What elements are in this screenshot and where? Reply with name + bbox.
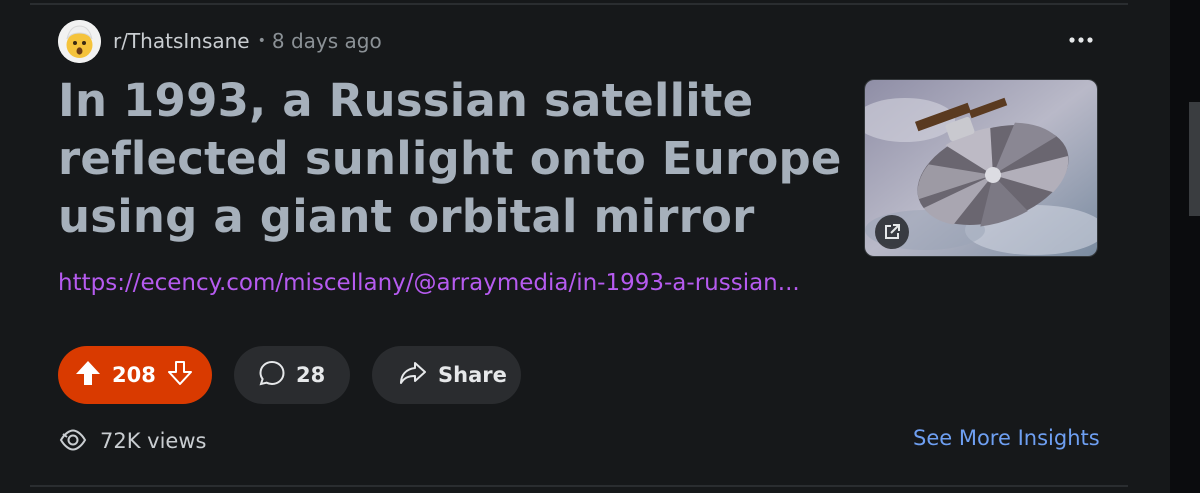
top-divider: [30, 3, 1128, 5]
meta-separator: •: [257, 33, 266, 49]
post-link[interactable]: https://ecency.com/miscellany/@arraymedi…: [58, 270, 858, 296]
more-horizontal-icon[interactable]: [1063, 28, 1099, 52]
post-header: r/ThatsInsane • 8 days ago: [58, 19, 382, 63]
vote-control: 208: [58, 346, 212, 404]
share-arrow-icon: [398, 359, 428, 391]
bottom-divider: [30, 485, 1128, 487]
upvote-arrow-icon[interactable]: [74, 359, 102, 391]
external-link-icon[interactable]: [875, 215, 909, 249]
share-button[interactable]: Share: [372, 346, 521, 404]
subreddit-name[interactable]: r/ThatsInsane: [113, 29, 250, 53]
comments-button[interactable]: 28: [234, 346, 350, 404]
post-title[interactable]: In 1993, a Russian satellite reflected s…: [58, 72, 848, 246]
downvote-arrow-icon[interactable]: [166, 359, 194, 391]
comment-bubble-icon: [258, 359, 286, 391]
scrollbar-thumb[interactable]: [1189, 102, 1200, 216]
comments-count: 28: [296, 363, 326, 387]
share-label: Share: [438, 363, 507, 387]
views-count: 72K views: [100, 429, 207, 453]
post-card: r/ThatsInsane • 8 days ago In 1993, a Ru…: [0, 0, 1170, 493]
upvote-count: 208: [112, 363, 156, 387]
post-actions: 208 28 Share: [58, 346, 521, 404]
see-more-insights-link[interactable]: See More Insights: [913, 426, 1100, 450]
post-thumbnail[interactable]: [864, 79, 1098, 257]
eye-icon: [58, 424, 88, 458]
shocked-face-icon[interactable]: [58, 19, 101, 63]
views-stat: 72K views: [58, 424, 206, 458]
post-age: 8 days ago: [271, 29, 382, 53]
